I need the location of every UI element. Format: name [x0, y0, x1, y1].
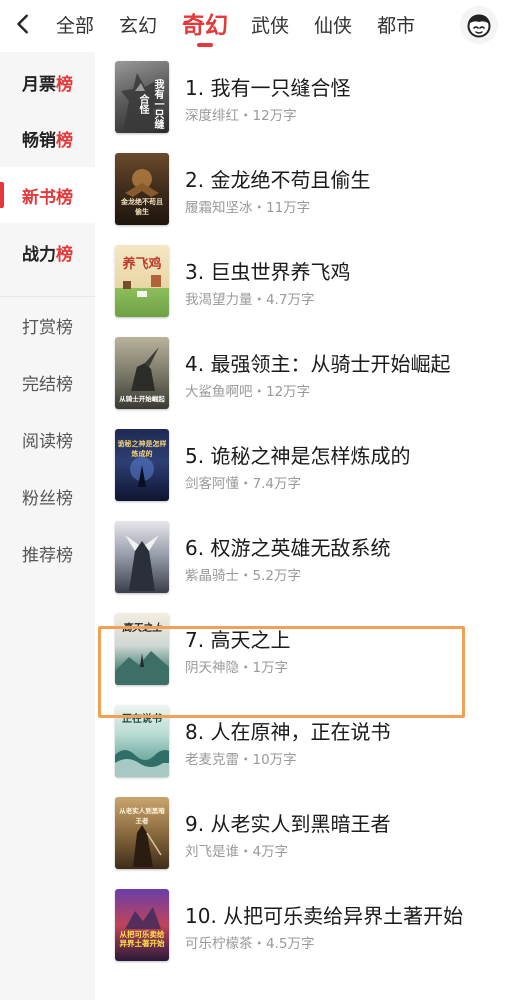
sidebar-item-bestseller[interactable]: 畅销榜 — [0, 110, 95, 166]
sidebar-item-label-suffix: 榜 — [56, 130, 73, 151]
book-cover: 高天之上 — [115, 613, 169, 685]
sidebar-item-label: 畅销 — [22, 130, 56, 151]
landscape-illustration — [115, 651, 169, 685]
book-meta: 履霜知坚冰・11万字 — [185, 200, 311, 216]
book-title: 7. 高天之上 — [185, 628, 291, 652]
cover-title: 从骑士开始崛起 — [119, 395, 165, 403]
book-title: 9. 从老实人到黑暗王者 — [185, 812, 391, 836]
book-meta: 我渴望力量・4.7万字 — [185, 292, 315, 308]
sidebar-item-power[interactable]: 战力榜 — [0, 224, 95, 280]
book-meta: 剑客阿懂・7.4万字 — [185, 476, 301, 492]
book-item[interactable]: 正在说书 8. 人在原神，正在说书 老麦克雷・10万字 — [95, 696, 507, 786]
book-cover: 从老实人到黑暗王者 — [115, 797, 169, 869]
book-item[interactable]: 从老实人到黑暗王者 9. 从老实人到黑暗王者 刘飞是谁・4万字 — [95, 788, 507, 878]
sidebar-item-new-books[interactable]: 新书榜 — [0, 167, 95, 223]
sidebar-item-label-suffix: 榜 — [56, 74, 73, 95]
hero-illustration — [125, 535, 159, 591]
mystic-illustration — [130, 457, 154, 487]
book-meta: 大鲨鱼啊吧・12万字 — [185, 384, 311, 400]
book-cover: 诡秘之神是怎样炼成的 — [115, 429, 169, 501]
sidebar-item-label: 新书 — [22, 187, 56, 208]
book-title: 6. 权游之英雄无敌系统 — [185, 536, 391, 560]
book-meta: 紫晶骑士・5.2万字 — [185, 568, 301, 584]
top-nav-bar: 全部 玄幻 奇幻 武侠 仙侠 都市 — [0, 0, 507, 52]
sidebar-item-reading[interactable]: 阅读榜 — [0, 411, 95, 467]
adventure-illustration — [125, 907, 161, 929]
tab-all[interactable]: 全部 — [56, 0, 94, 52]
book-cover: 养飞鸡 — [115, 245, 169, 317]
tab-xianxia[interactable]: 仙侠 — [314, 0, 352, 52]
cover-title: 我有一只缝合怪 — [137, 79, 163, 129]
book-item[interactable]: 从把可乐卖给异界土著开始 10. 从把可乐卖给异界土著开始 可乐柠檬茶・4.5万… — [95, 880, 507, 970]
book-title: 10. 从把可乐卖给异界土著开始 — [185, 904, 464, 928]
book-cover: 从把可乐卖给异界土著开始 — [115, 889, 169, 961]
tab-xuanhuan[interactable]: 玄幻 — [119, 0, 157, 52]
cover-title: 金龙绝不苟且偷生 — [121, 197, 163, 216]
sidebar-item-label: 战力 — [22, 244, 56, 265]
book-cover: 金龙绝不苟且偷生 — [115, 153, 169, 225]
warrior-illustration — [133, 825, 162, 867]
book-cover: 我有一只缝合怪 — [115, 61, 169, 133]
tab-qihuan[interactable]: 奇幻 — [182, 0, 228, 52]
ranking-sidebar: 月票榜 畅销榜 新书榜 战力榜 打赏榜 完结榜 阅读榜 粉丝榜 推荐榜 — [0, 52, 95, 1000]
book-item[interactable]: 6. 权游之英雄无敌系统 紫晶骑士・5.2万字 — [95, 512, 507, 602]
book-title: 1. 我有一只缝合怪 — [185, 76, 351, 100]
book-cover — [115, 521, 169, 593]
book-meta: 深度绯红・12万字 — [185, 108, 297, 124]
wave-illustration — [115, 750, 169, 777]
tab-dushi[interactable]: 都市 — [377, 0, 415, 52]
book-title: 3. 巨虫世界养飞鸡 — [185, 260, 351, 284]
back-button[interactable] — [8, 8, 40, 40]
book-item[interactable]: 我有一只缝合怪 1. 我有一只缝合怪 深度绯红・12万字 — [95, 52, 507, 142]
tab-wuxia[interactable]: 武侠 — [251, 0, 289, 52]
book-title: 2. 金龙绝不苟且偷生 — [185, 168, 371, 192]
chevron-left-icon — [17, 14, 28, 34]
book-cover: 正在说书 — [115, 705, 169, 777]
book-item[interactable]: 养飞鸡 3. 巨虫世界养飞鸡 我渴望力量・4.7万字 — [95, 236, 507, 326]
sidebar-item-label-suffix: 榜 — [56, 244, 73, 265]
book-ranking-list: 我有一只缝合怪 1. 我有一只缝合怪 深度绯红・12万字 金龙绝不苟且偷生 2.… — [95, 52, 507, 1000]
pixel-art-illustration — [123, 275, 161, 297]
category-tabs: 全部 玄幻 奇幻 武侠 仙侠 都市 — [56, 0, 440, 52]
user-avatar-icon — [467, 14, 491, 38]
sidebar-item-completed[interactable]: 完结榜 — [0, 354, 95, 410]
sidebar-item-monthly-ticket[interactable]: 月票榜 — [0, 54, 95, 110]
book-meta: 可乐柠檬茶・4.5万字 — [185, 936, 315, 952]
book-meta: 刘飞是谁・4万字 — [185, 844, 289, 860]
book-title: 4. 最强领主：从骑士开始崛起 — [185, 352, 451, 376]
sidebar-item-fans[interactable]: 粉丝榜 — [0, 468, 95, 524]
sidebar-item-label-suffix: 榜 — [56, 187, 73, 208]
book-item[interactable]: 从骑士开始崛起 4. 最强领主：从骑士开始崛起 大鲨鱼啊吧・12万字 — [95, 328, 507, 418]
book-item[interactable]: 金龙绝不苟且偷生 2. 金龙绝不苟且偷生 履霜知坚冰・11万字 — [95, 144, 507, 234]
book-meta: 老麦克雷・10万字 — [185, 752, 297, 768]
sidebar-item-reward[interactable]: 打赏榜 — [0, 297, 95, 353]
book-cover: 从骑士开始崛起 — [115, 337, 169, 409]
cover-title: 从把可乐卖给异界土著开始 — [119, 930, 165, 948]
book-title: 5. 诡秘之神是怎样炼成的 — [185, 444, 411, 468]
book-item[interactable]: 诡秘之神是怎样炼成的 5. 诡秘之神是怎样炼成的 剑客阿懂・7.4万字 — [95, 420, 507, 510]
tabs-fade — [423, 0, 457, 52]
book-title: 8. 人在原神，正在说书 — [185, 720, 391, 744]
book-meta: 阴天神隐・1万字 — [185, 660, 289, 676]
book-item[interactable]: 高天之上 7. 高天之上 阴天神隐・1万字 — [95, 604, 507, 694]
sidebar-item-recommend[interactable]: 推荐榜 — [0, 525, 95, 581]
sidebar-item-label: 月票 — [22, 74, 56, 95]
user-avatar[interactable] — [460, 6, 498, 44]
